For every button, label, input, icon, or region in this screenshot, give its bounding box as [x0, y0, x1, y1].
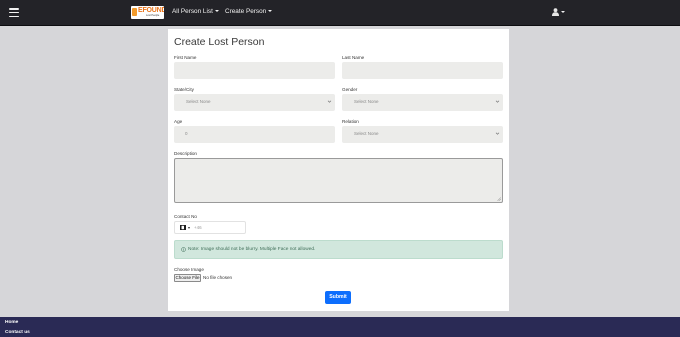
- state-city-select[interactable]: Select None: [174, 94, 335, 111]
- footer: Home Contact us: [0, 317, 680, 337]
- relation-selected: Select None: [354, 131, 379, 136]
- nav-create-person[interactable]: Create Person: [225, 8, 273, 16]
- nav-all-person-list-label: All Person List: [172, 8, 213, 15]
- top-navbar: EFOUND Lost People All Person List Creat…: [0, 0, 680, 26]
- contact-number-field: [174, 221, 246, 234]
- last-name-input[interactable]: [342, 62, 503, 79]
- nav-all-person-list[interactable]: All Person List: [172, 8, 219, 16]
- gender-selected: Select None: [354, 99, 379, 104]
- footer-link-home[interactable]: Home: [5, 320, 18, 326]
- choose-file-button[interactable]: Choose File: [174, 274, 201, 282]
- info-icon: [181, 247, 186, 252]
- gender-select[interactable]: Select None: [342, 94, 503, 111]
- country-dropdown-chevron-icon[interactable]: [188, 227, 190, 229]
- contact-label: Contact No: [174, 214, 197, 219]
- resize-handle-icon[interactable]: [497, 197, 501, 201]
- description-label: Description: [174, 151, 197, 156]
- first-name-label: First Name: [174, 55, 197, 60]
- create-person-form: Create Lost Person First Name Last Name …: [168, 29, 509, 311]
- choose-image-label: Choose Image: [174, 267, 204, 272]
- state-city-selected: Select None: [186, 99, 211, 104]
- age-input[interactable]: 0: [174, 126, 335, 143]
- age-label: Age: [174, 119, 183, 124]
- file-status-text: No file chosen: [203, 275, 233, 280]
- gender-label: Gender: [342, 87, 358, 92]
- chevron-down-icon: [327, 100, 332, 103]
- relation-label: Relation: [342, 119, 359, 124]
- logo-subtext: Lost People: [146, 14, 160, 17]
- image-note-alert: Note: Image should not be blurry. Multip…: [174, 240, 503, 259]
- last-name-label: Last Name: [342, 55, 365, 60]
- brand-logo[interactable]: EFOUND Lost People: [131, 6, 164, 19]
- user-icon: [552, 8, 559, 16]
- age-value: 0: [185, 131, 188, 136]
- description-textarea[interactable]: [174, 158, 503, 203]
- contact-number-input[interactable]: [194, 224, 242, 231]
- user-menu[interactable]: [552, 8, 566, 16]
- chevron-down-icon: [561, 11, 565, 13]
- page-title: Create Lost Person: [174, 36, 265, 48]
- first-name-input[interactable]: [174, 62, 335, 79]
- menu-icon[interactable]: [9, 8, 19, 18]
- relation-select[interactable]: Select None: [342, 126, 503, 143]
- chevron-down-icon: [495, 100, 500, 103]
- logo-mark-icon: [132, 8, 137, 16]
- nav-create-person-label: Create Person: [225, 8, 267, 15]
- phone-flag-icon[interactable]: [180, 225, 186, 230]
- submit-button[interactable]: Submit: [325, 291, 351, 304]
- chevron-down-icon: [268, 10, 273, 12]
- image-note-text: Note: Image should not be blurry. Multip…: [188, 247, 316, 252]
- state-city-label: State/City: [174, 87, 194, 92]
- chevron-down-icon: [214, 10, 219, 12]
- footer-link-contact-us[interactable]: Contact us: [5, 330, 30, 336]
- chevron-down-icon: [495, 132, 500, 135]
